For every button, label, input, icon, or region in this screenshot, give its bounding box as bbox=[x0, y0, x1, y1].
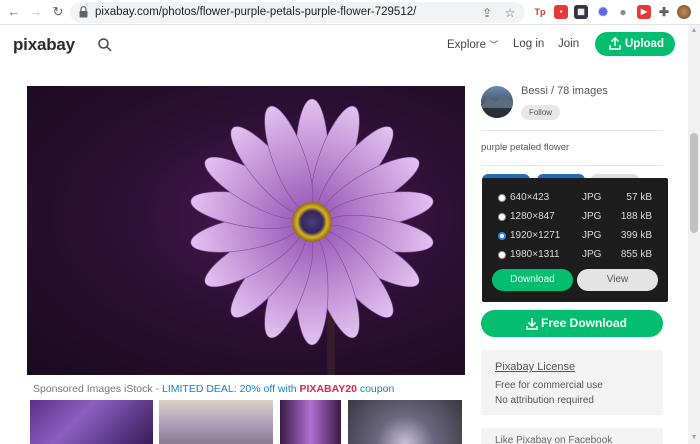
license-box: Pixabay License Free for commercial use … bbox=[481, 350, 663, 415]
size-type: JPG bbox=[582, 192, 602, 203]
size-type: JPG bbox=[582, 249, 602, 260]
radio-button[interactable] bbox=[498, 194, 506, 202]
share-icon[interactable]: ⇪ bbox=[480, 6, 494, 20]
size-option[interactable]: 640×423 JPG 57 kB bbox=[482, 189, 668, 207]
upload-icon bbox=[609, 37, 621, 50]
scroll-down-icon[interactable]: ▼ bbox=[688, 432, 700, 444]
download-size-menu: 640×423 JPG 57 kB 1280×847 JPG 188 kB 19… bbox=[482, 178, 668, 302]
sponsored-thumbnail[interactable] bbox=[280, 400, 341, 444]
back-icon[interactable]: ← bbox=[6, 4, 22, 20]
size-filesize: 57 kB bbox=[626, 192, 652, 203]
size-filesize: 188 kB bbox=[620, 211, 652, 222]
size-type: JPG bbox=[582, 211, 602, 222]
radio-button[interactable] bbox=[498, 213, 506, 221]
address-bar[interactable]: pixabay.com/photos/flower-purple-petals-… bbox=[70, 2, 525, 23]
download-icon bbox=[526, 318, 538, 330]
radio-button-selected[interactable] bbox=[498, 232, 506, 240]
size-filesize: 855 kB bbox=[620, 249, 652, 260]
extension-tp-icon[interactable]: Tp bbox=[533, 5, 547, 19]
site-header: pixabay Explore ﹀ Log in Join Upload bbox=[0, 25, 688, 65]
size-option[interactable]: 1920×1271 JPG 399 kB bbox=[482, 227, 668, 245]
free-download-button[interactable]: Free Download bbox=[481, 310, 663, 337]
scroll-thumb[interactable] bbox=[690, 133, 698, 233]
facebook-text: Like Pixabay on Facebook bbox=[495, 435, 613, 444]
size-dimensions: 1280×847 bbox=[510, 211, 555, 222]
extension-youtube-icon[interactable]: ▶ bbox=[637, 5, 651, 19]
size-dimensions: 1980×1311 bbox=[510, 249, 560, 260]
join-link[interactable]: Join bbox=[558, 38, 579, 50]
author-avatar[interactable] bbox=[481, 86, 513, 118]
sponsored-banner: Sponsored Images iStock - LIMITED DEAL: … bbox=[33, 383, 394, 395]
explore-label: Explore bbox=[447, 39, 486, 51]
upload-button[interactable]: Upload bbox=[595, 32, 675, 56]
license-line: Free for commercial use bbox=[495, 380, 603, 391]
size-type: JPG bbox=[582, 230, 602, 241]
extension-circle-icon[interactable]: ● bbox=[616, 5, 630, 19]
profile-avatar-icon[interactable] bbox=[677, 5, 691, 19]
download-button[interactable]: Download bbox=[492, 269, 573, 291]
search-icon[interactable] bbox=[97, 37, 113, 53]
size-option[interactable]: 1280×847 JPG 188 kB bbox=[482, 208, 668, 226]
sponsored-thumbnail[interactable] bbox=[348, 400, 462, 444]
extensions-puzzle-icon[interactable]: ✚ bbox=[657, 5, 671, 19]
facebook-box: Like Pixabay on Facebook bbox=[481, 428, 663, 444]
explore-menu[interactable]: Explore ﹀ bbox=[447, 38, 498, 51]
flower-illustration bbox=[190, 98, 434, 375]
login-link[interactable]: Log in bbox=[513, 38, 544, 50]
free-download-label: Free Download bbox=[541, 316, 628, 330]
pixabay-logo[interactable]: pixabay bbox=[13, 35, 75, 55]
upload-label: Upload bbox=[625, 38, 664, 50]
extension-gear-icon[interactable]: ✺ bbox=[596, 5, 610, 19]
license-link[interactable]: Pixabay License bbox=[495, 361, 575, 373]
browser-toolbar: ← → ↻ pixabay.com/photos/flower-purple-p… bbox=[0, 0, 700, 25]
radio-button[interactable] bbox=[498, 251, 506, 259]
page-scrollbar[interactable]: ▲ ▼ bbox=[688, 25, 700, 444]
lock-icon bbox=[79, 6, 88, 18]
size-dimensions: 640×423 bbox=[510, 192, 550, 203]
size-option[interactable]: 1980×1311 JPG 855 kB bbox=[482, 246, 668, 264]
avatar-landscape bbox=[481, 94, 513, 118]
license-line: No attribution required bbox=[495, 395, 594, 406]
reload-icon[interactable]: ↻ bbox=[50, 4, 66, 20]
image-description: purple petaled flower bbox=[481, 142, 570, 153]
deal-link[interactable]: LIMITED DEAL: 20% off with bbox=[162, 383, 300, 395]
chevron-down-icon: ﹀ bbox=[489, 40, 499, 50]
url-text: pixabay.com/photos/flower-purple-petals-… bbox=[95, 6, 417, 18]
follow-button[interactable]: Follow bbox=[521, 105, 560, 120]
extension-red-icon[interactable]: ▪ bbox=[554, 5, 568, 19]
size-filesize: 399 kB bbox=[620, 230, 652, 241]
divider bbox=[481, 165, 663, 166]
divider bbox=[481, 130, 663, 131]
coupon-suffix[interactable]: coupon bbox=[357, 383, 394, 395]
scroll-up-icon[interactable]: ▲ bbox=[688, 25, 700, 37]
extension-dark-icon[interactable]: ▦ bbox=[574, 5, 588, 19]
sponsored-thumbnail[interactable] bbox=[30, 400, 153, 444]
bookmark-star-icon[interactable]: ☆ bbox=[503, 6, 517, 20]
author-name[interactable]: Bessi / 78 images bbox=[521, 85, 608, 97]
forward-icon[interactable]: → bbox=[28, 4, 44, 20]
coupon-code[interactable]: PIXABAY20 bbox=[300, 383, 357, 395]
main-photo[interactable] bbox=[27, 86, 465, 375]
sponsored-prefix: Sponsored Images iStock - bbox=[33, 383, 162, 395]
sponsored-thumbnail[interactable] bbox=[159, 400, 273, 444]
view-button[interactable]: View bbox=[577, 269, 658, 291]
size-dimensions: 1920×1271 bbox=[510, 230, 561, 241]
